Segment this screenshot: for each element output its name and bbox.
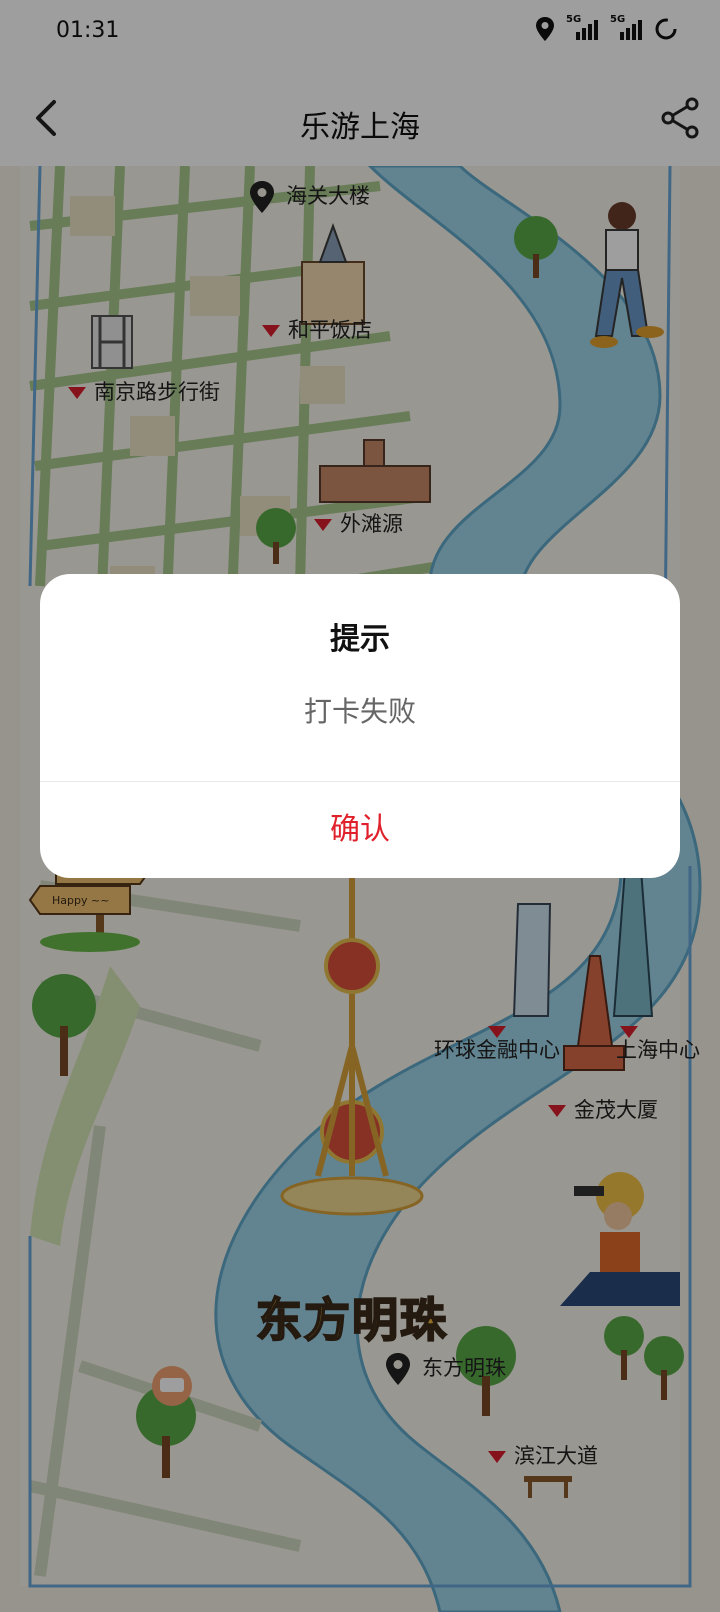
confirm-button[interactable]: 确认 bbox=[40, 782, 680, 878]
dialog-title: 提示 bbox=[330, 622, 390, 657]
alert-dialog: 提示 打卡失败 确认 bbox=[40, 574, 680, 878]
dialog-message: 打卡失败 bbox=[303, 695, 416, 728]
